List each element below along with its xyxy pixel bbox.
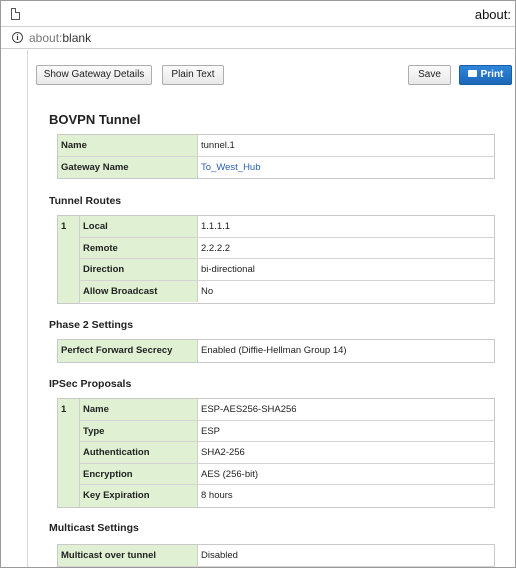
table-row: Authentication SHA2-256 [80, 442, 494, 464]
tunnel-info-table: Name tunnel.1 Gateway Name To_West_Hub [57, 134, 495, 179]
row-value: 2.2.2.2 [201, 242, 231, 254]
table-row: Perfect Forward Secrecy Enabled (Diffie-… [58, 340, 494, 362]
row-value: 8 hours [201, 490, 233, 501]
table-row: Gateway Name To_West_Hub [58, 156, 494, 179]
name-key: Name [58, 135, 198, 156]
multicast-heading: Multicast Settings [49, 522, 139, 534]
row-key: Key Expiration [80, 485, 198, 507]
row-value: bi-directional [201, 264, 255, 275]
table-row: Name ESP-AES256-SHA256 [80, 399, 494, 421]
row-key: Direction [80, 259, 198, 280]
row-key: Local [80, 216, 198, 237]
proposal-index: 1 [58, 399, 80, 507]
row-key: Allow Broadcast [80, 280, 198, 302]
row-key: Remote [80, 237, 198, 258]
save-button[interactable]: Save [408, 65, 451, 85]
window-title: about: [474, 7, 511, 22]
row-value: SHA2-256 [201, 447, 245, 458]
route-rows: Local 1.1.1.1 Remote 2.2.2.2 Direction bi-dir… [80, 216, 494, 302]
report-page: Show Gateway Details Plain Text Save Pri… [27, 50, 515, 567]
row-key: Name [80, 399, 198, 420]
browser-window: about: i about:blank Show Gateway Detail… [0, 0, 516, 568]
row-key: Authentication [80, 442, 198, 463]
table-row: Name tunnel.1 [58, 135, 494, 157]
multicast-over-tunnel-key: Multicast over tunnel [58, 545, 198, 566]
table-row: Type ESP [80, 420, 494, 442]
gateway-name-key: Gateway Name [58, 156, 198, 178]
page-title: BOVPN Tunnel [49, 112, 141, 127]
print-button-label: Print [480, 69, 504, 80]
document-icon [11, 8, 20, 20]
gateway-name-link[interactable]: To_West_Hub [198, 157, 261, 179]
ipsec-heading: IPSec Proposals [49, 378, 132, 390]
url-path: blank [62, 31, 92, 45]
printer-icon [467, 70, 477, 77]
table-row: Local 1.1.1.1 [80, 216, 494, 238]
url-scheme: about: [29, 31, 63, 45]
table-row: Key Expiration 8 hours [80, 485, 494, 507]
pfs-value: Enabled (Diffie-Hellman Group 14) [201, 345, 347, 356]
phase2-heading: Phase 2 Settings [49, 319, 134, 331]
content-frame: Show Gateway Details Plain Text Save Pri… [1, 50, 515, 567]
proposal-rows: Name ESP-AES256-SHA256 Type ESP Authenticati… [80, 399, 494, 507]
table-row: Allow Broadcast No [80, 280, 494, 302]
info-icon[interactable]: i [12, 32, 23, 43]
row-value: ESP [201, 425, 221, 437]
tunnel-routes-table: 1 Local 1.1.1.1 Remote 2.2.2.2 Direction bi-d… [57, 215, 495, 304]
phase2-table: Perfect Forward Secrecy Enabled (Diffie-… [57, 339, 495, 363]
title-bar: about: [1, 1, 515, 27]
row-value: 1.1.1.1 [201, 221, 231, 232]
row-key: Type [80, 420, 198, 441]
row-value: AES (256-bit) [201, 468, 259, 480]
pfs-key: Perfect Forward Secrecy [58, 340, 198, 362]
multicast-table: Multicast over tunnel Disabled [57, 544, 495, 567]
table-row: Direction bi-directional [80, 259, 494, 281]
url-text[interactable]: about:blank [29, 31, 91, 45]
row-key: Encryption [80, 463, 198, 484]
table-row: Multicast over tunnel Disabled [58, 545, 494, 567]
route-index: 1 [58, 216, 80, 303]
multicast-over-tunnel-value: Disabled [201, 550, 238, 561]
tunnel-routes-heading: Tunnel Routes [49, 195, 122, 207]
row-value: No [201, 285, 214, 297]
table-row: Encryption AES (256-bit) [80, 463, 494, 485]
print-button[interactable]: Print [459, 65, 512, 85]
name-value: tunnel.1 [201, 140, 235, 151]
show-gateway-details-button[interactable]: Show Gateway Details [36, 65, 152, 85]
row-value: ESP-AES256-SHA256 [201, 404, 297, 415]
table-row: Remote 2.2.2.2 [80, 237, 494, 259]
address-bar[interactable]: i about:blank [1, 28, 515, 49]
ipsec-proposals-table: 1 Name ESP-AES256-SHA256 Type ESP Authentica… [57, 398, 495, 508]
plain-text-button[interactable]: Plain Text [162, 65, 224, 85]
